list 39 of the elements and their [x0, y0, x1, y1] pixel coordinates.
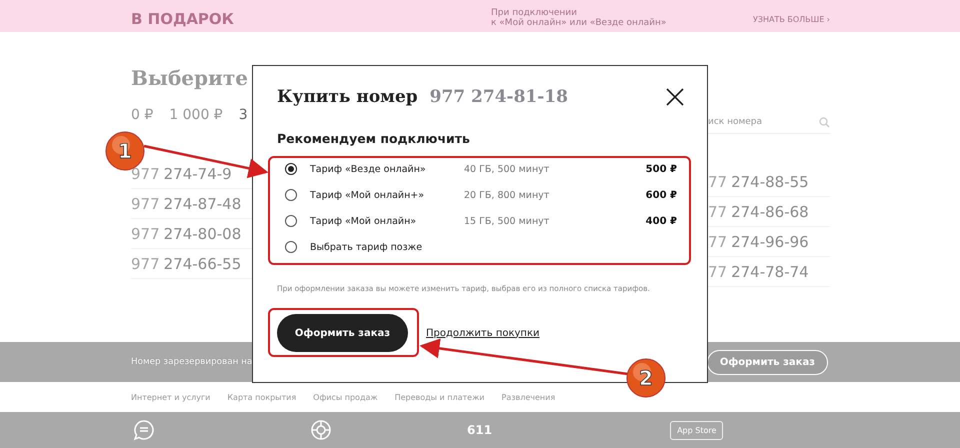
radio-button[interactable]: [285, 215, 297, 227]
radio-button[interactable]: [285, 163, 297, 175]
dialog-number: 977 274-81-18: [430, 87, 568, 107]
tariff-details: 40 ГБ, 500 минут: [464, 164, 550, 174]
radio-button[interactable]: [285, 189, 297, 201]
tariff-name: Тариф «Мой онлайн»: [310, 216, 418, 226]
banner-note: к «Мой онлайн» или «Везде онлайн»: [491, 18, 668, 28]
tariff-name: Тариф «Мой онлайн+»: [310, 190, 426, 200]
close-icon[interactable]: [665, 87, 685, 107]
section-title: Рекомендуем подключить: [277, 131, 471, 146]
price-tab[interactable]: 1 000 ₽: [169, 107, 223, 123]
order-button[interactable]: Оформить заказ: [706, 350, 828, 374]
page-heading: Выберите: [131, 66, 249, 90]
banner-title: В ПОДАРОК: [131, 10, 235, 30]
tariff-name: Тариф «Везде онлайн»: [310, 164, 427, 174]
price-tab[interactable]: 3: [238, 107, 248, 123]
annotation-badge: 2: [626, 358, 666, 398]
footer-link[interactable]: Переводы и платежи: [394, 392, 485, 402]
continue-shopping-link[interactable]: Продолжить покупки: [426, 328, 540, 338]
tariff-price: 400 ₽: [646, 216, 677, 226]
tariff-name: Выбрать тариф позже: [310, 242, 424, 252]
banner-note: При подключении: [491, 8, 578, 18]
tariff-details: 15 ГБ, 500 минут: [464, 216, 550, 226]
reserve-text: Номер зарезервирован на: [131, 357, 252, 367]
tariff-price: 500 ₽: [646, 164, 677, 174]
footer-link[interactable]: Карта покрытия: [227, 392, 296, 402]
footer-link[interactable]: Интернет и услуги: [131, 392, 210, 402]
price-tab[interactable]: 0 ₽: [131, 107, 154, 123]
footer-link[interactable]: Офисы продаж: [313, 392, 378, 402]
learn-more-link[interactable]: УЗНАТЬ БОЛЬШЕ ›: [752, 15, 830, 32]
search-icon: [819, 116, 830, 128]
dialog-title: Купить номер: [277, 87, 418, 107]
submit-order-button[interactable]: Оформить заказ: [277, 314, 408, 352]
tariff-details: 20 ГБ, 800 минут: [464, 190, 550, 200]
tariff-price: 600 ₽: [646, 190, 677, 200]
footer-link[interactable]: Развлечения: [502, 392, 556, 402]
radio-button[interactable]: [285, 241, 297, 253]
app-store-badge[interactable]: App Store: [670, 420, 724, 440]
support-phone: 611: [467, 423, 492, 437]
